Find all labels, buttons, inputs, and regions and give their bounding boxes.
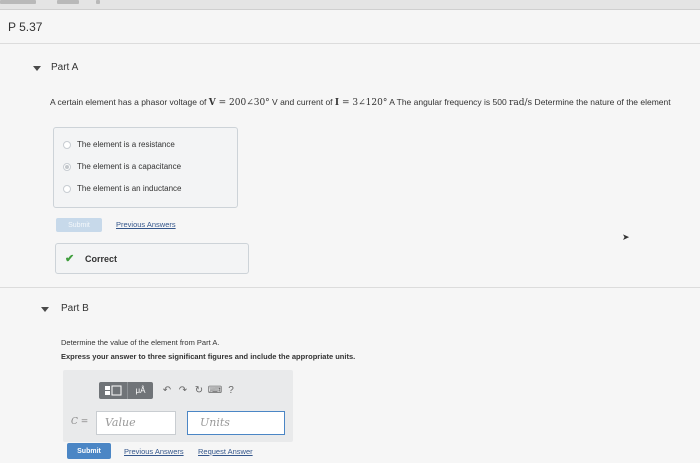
question-text: A The angular frequency is 500 — [387, 97, 510, 107]
angular-frequency-unit: rad/s — [509, 98, 533, 108]
browser-top-strip — [0, 0, 700, 10]
problem-panel: P 5.37 Part A A certain element has a ph… — [0, 10, 700, 463]
math-toolbar: μÅ ↶ ↷ ↻ ⌨ ? — [99, 381, 239, 399]
keyboard-icon[interactable]: ⌨ — [207, 385, 223, 396]
answer-input-panel: μÅ ↶ ↷ ↻ ⌨ ? C = Value Units — [63, 370, 293, 442]
option-label: The element is an inductance — [77, 184, 182, 193]
template-button-group: μÅ — [99, 381, 153, 399]
option-resistance[interactable]: The element is a resistance — [63, 140, 175, 149]
variable-label: C = — [71, 417, 89, 427]
request-answer-link[interactable]: Request Answer — [198, 447, 253, 456]
option-inductance[interactable]: The element is an inductance — [63, 184, 182, 193]
question-text: A certain element has a phasor voltage o… — [50, 97, 209, 107]
top-strip-fragment — [0, 0, 36, 4]
radio-button[interactable] — [63, 184, 71, 193]
redo-icon[interactable]: ↷ — [175, 385, 191, 396]
part-b-instruction: Express your answer to three significant… — [61, 352, 356, 361]
option-label: The element is a capacitance — [77, 162, 182, 171]
part-b-submit-button[interactable]: Submit — [67, 443, 111, 459]
part-a-question: A certain element has a phasor voltage o… — [50, 97, 671, 108]
part-b-previous-answers-link[interactable]: Previous Answers — [124, 447, 184, 456]
template-icon[interactable] — [99, 382, 127, 399]
value-input[interactable]: Value — [96, 411, 176, 435]
radio-button-selected[interactable] — [63, 162, 71, 171]
question-text: Determine the nature of the element — [532, 97, 671, 107]
option-capacitance[interactable]: The element is a capacitance — [63, 162, 181, 171]
help-icon[interactable]: ? — [223, 385, 239, 396]
current-phasor: = 3∠120° — [339, 98, 388, 108]
part-a-previous-answers-link[interactable]: Previous Answers — [116, 220, 176, 229]
part-b-label[interactable]: Part B — [61, 303, 89, 314]
checkmark-icon: ✔ — [65, 253, 75, 265]
feedback-text: Correct — [85, 254, 118, 264]
correct-feedback: ✔ Correct — [55, 243, 249, 274]
answer-options: The element is a resistance The element … — [53, 127, 238, 208]
option-label: The element is a resistance — [77, 140, 175, 149]
voltage-phasor: = 200∠30° — [215, 98, 270, 108]
undo-icon[interactable]: ↶ — [159, 385, 175, 396]
top-strip-fragment — [96, 0, 100, 4]
part-b-question: Determine the value of the element from … — [61, 338, 220, 347]
radio-button[interactable] — [63, 140, 71, 149]
mouse-cursor-icon: ➤ — [622, 232, 630, 242]
units-button[interactable]: μÅ — [127, 381, 153, 399]
collapse-caret-icon[interactable] — [33, 66, 41, 71]
top-strip-fragment — [57, 0, 79, 4]
voltage-symbol: V — [208, 98, 216, 108]
part-a-submit-button[interactable]: Submit — [56, 218, 102, 232]
divider — [0, 287, 700, 288]
reset-icon[interactable]: ↻ — [191, 385, 207, 396]
divider — [0, 43, 700, 44]
question-text: V and current of — [269, 97, 335, 107]
collapse-caret-icon[interactable] — [41, 307, 49, 312]
part-a-label[interactable]: Part A — [51, 62, 78, 73]
units-input[interactable]: Units — [187, 411, 285, 435]
problem-title: P 5.37 — [8, 20, 43, 34]
